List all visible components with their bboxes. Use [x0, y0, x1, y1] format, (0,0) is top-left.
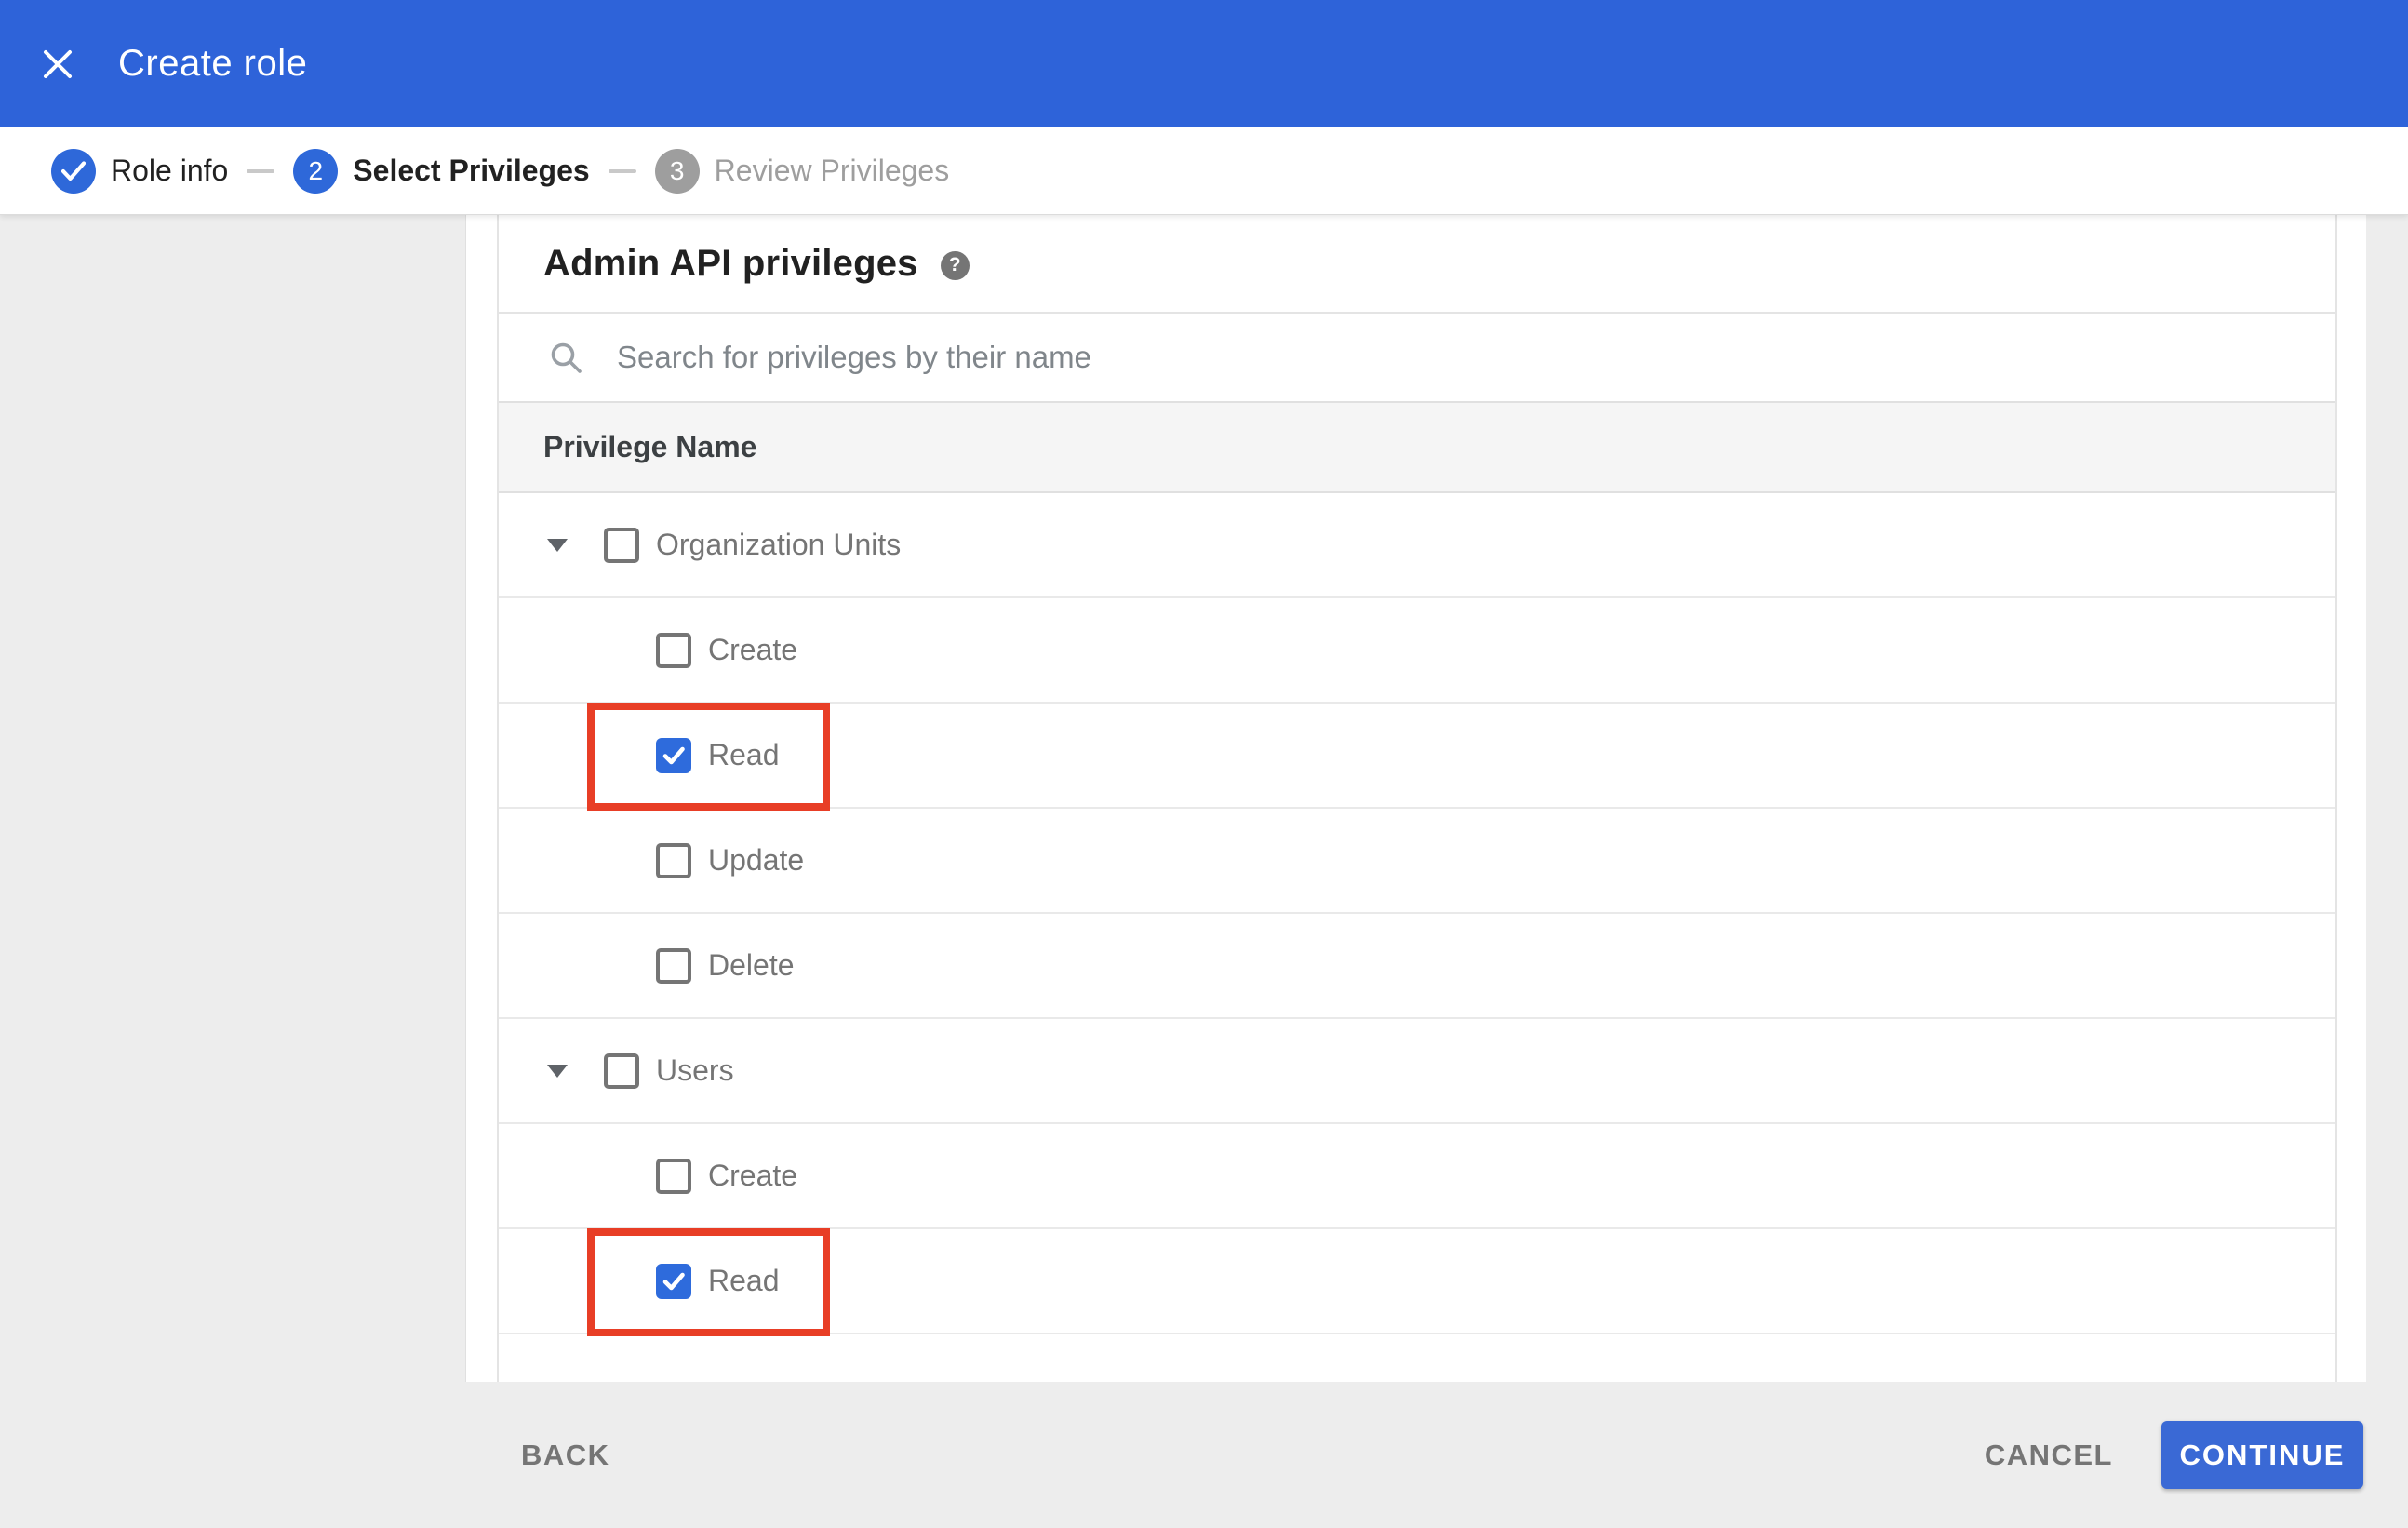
privilege-label: Update	[708, 843, 805, 877]
privilege-label: Create	[708, 633, 798, 666]
privilege-label: Create	[708, 1159, 798, 1192]
privilege-group-row: Organization Units	[499, 493, 2335, 598]
privilege-label: Read	[708, 1264, 780, 1297]
privilege-search-input[interactable]	[617, 340, 2013, 375]
privilege-checkbox[interactable]	[656, 632, 691, 668]
section-heading: Admin API privileges	[543, 242, 918, 284]
step-complete-icon[interactable]	[51, 148, 96, 194]
privileges-table: Admin API privileges ? Privilege Name Or…	[497, 215, 2337, 1382]
privilege-row: Read	[499, 703, 2335, 811]
column-header-privilege-name: Privilege Name	[543, 430, 757, 463]
search-row	[499, 312, 2335, 401]
step-2-number: 2	[308, 155, 324, 185]
table-header-row: Privilege Name	[499, 401, 2335, 493]
collapse-triangle-icon[interactable]	[547, 538, 568, 552]
step-3-indicator[interactable]: 3	[654, 148, 700, 194]
privilege-row: Read	[499, 1228, 2335, 1336]
collapse-triangle-icon[interactable]	[547, 1064, 568, 1078]
step-label-review-privileges: Review Privileges	[714, 154, 950, 187]
privilege-checkbox[interactable]	[656, 737, 691, 773]
footer-actions: CANCEL CONTINUE	[1985, 1421, 2363, 1489]
privilege-label: Read	[708, 738, 780, 771]
privilege-group-row: Users	[499, 1019, 2335, 1124]
privilege-checkbox[interactable]	[604, 527, 639, 563]
step-3-number: 3	[669, 155, 685, 185]
back-button[interactable]: BACK	[521, 1439, 610, 1472]
privilege-row: Delete	[499, 914, 2335, 1019]
cancel-button[interactable]: CANCEL	[1985, 1439, 2113, 1472]
section-heading-row: Admin API privileges ?	[499, 215, 2335, 312]
content-card: Admin API privileges ? Privilege Name Or…	[465, 215, 2366, 1382]
privilege-label: Users	[656, 1053, 734, 1087]
privilege-checkbox[interactable]	[656, 842, 691, 878]
step-connector	[608, 168, 636, 173]
partial-row	[499, 1334, 2335, 1382]
privilege-rows: Organization Units Create Read Update Delete…	[499, 493, 2335, 1336]
app-bar: Create role	[0, 0, 2408, 127]
privilege-checkbox[interactable]	[656, 947, 691, 984]
page-body: Admin API privileges ? Privilege Name Or…	[0, 215, 2408, 1528]
search-icon	[551, 342, 582, 373]
step-label-role-info: Role info	[111, 154, 229, 187]
privilege-checkbox[interactable]	[656, 1263, 691, 1299]
privilege-row: Create	[499, 1124, 2335, 1229]
close-icon[interactable]	[42, 48, 74, 80]
privilege-label: Delete	[708, 948, 795, 982]
wizard-footer: BACK CANCEL CONTINUE	[465, 1382, 2366, 1528]
privilege-row: Create	[499, 598, 2335, 704]
privilege-row: Update	[499, 809, 2335, 914]
page-title: Create role	[118, 43, 308, 84]
privilege-label: Organization Units	[656, 528, 902, 561]
privilege-checkbox[interactable]	[656, 1158, 691, 1194]
help-icon[interactable]: ?	[940, 250, 970, 280]
privilege-checkbox[interactable]	[604, 1052, 639, 1089]
step-connector	[247, 168, 275, 173]
wizard-stepper: Role info 2 Select Privileges 3 Review P…	[0, 127, 2408, 215]
step-2-indicator[interactable]: 2	[293, 148, 339, 194]
continue-button[interactable]: CONTINUE	[2161, 1421, 2363, 1489]
step-label-select-privileges: Select Privileges	[353, 154, 590, 187]
